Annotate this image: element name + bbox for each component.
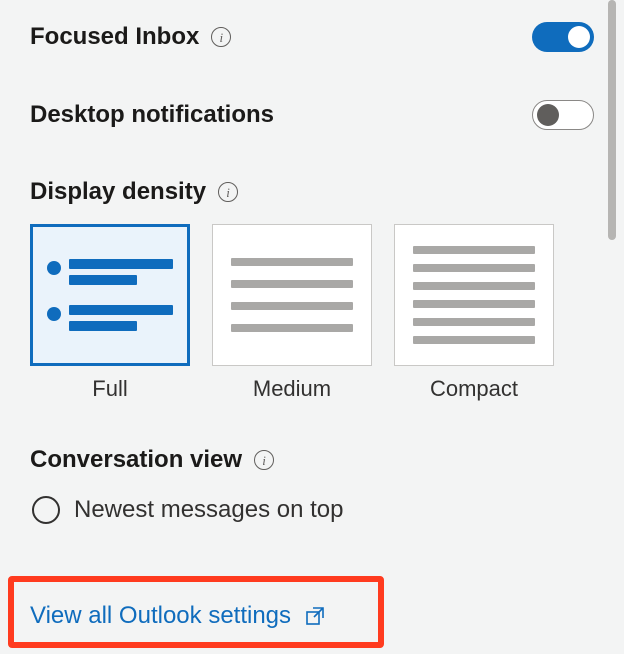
density-option-full[interactable]: Full [30,224,190,402]
view-all-settings-label: View all Outlook settings [30,602,291,630]
display-density-label: Display density [30,178,206,206]
view-all-settings-link[interactable]: View all Outlook settings [30,602,325,630]
density-option-compact-label: Compact [430,376,518,402]
desktop-notifications-toggle[interactable] [532,100,594,130]
open-icon [305,606,325,626]
scrollbar[interactable] [608,0,616,240]
conversation-radio-newest-top-label: Newest messages on top [74,496,343,524]
conversation-view-label: Conversation view [30,446,242,474]
density-option-compact[interactable]: Compact [394,224,554,402]
desktop-notifications-label: Desktop notifications [30,101,274,129]
density-option-medium[interactable]: Medium [212,224,372,402]
focused-inbox-label: Focused Inbox [30,23,199,51]
density-option-full-label: Full [92,376,127,402]
info-icon[interactable]: i [254,450,274,470]
info-icon[interactable]: i [211,27,231,47]
conversation-radio-newest-top[interactable] [32,496,60,524]
display-density-options: Full Medium Compact [30,224,594,402]
info-icon[interactable]: i [218,182,238,202]
focused-inbox-toggle[interactable] [532,22,594,52]
density-option-medium-label: Medium [253,376,331,402]
